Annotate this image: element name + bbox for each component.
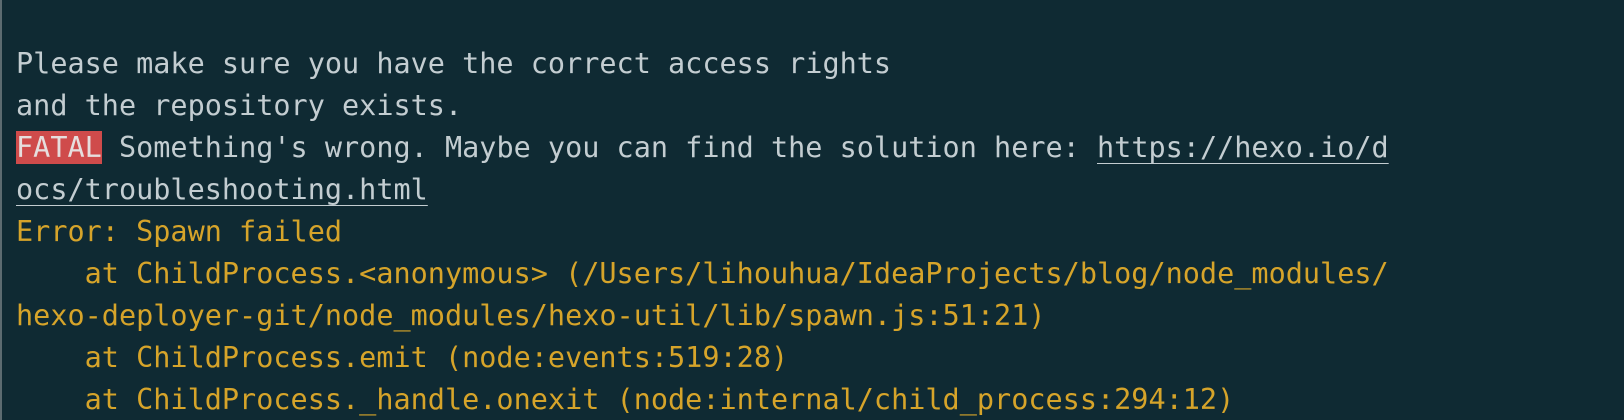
output-line-repository-exists: and the repository exists. <box>16 89 463 122</box>
stack-trace-line-3: at ChildProcess._handle.onexit (node:int… <box>16 383 1235 416</box>
stack-trace-line-1b: hexo-deployer-git/node_modules/hexo-util… <box>16 299 1046 332</box>
output-line-access-rights: Please make sure you have the correct ac… <box>16 47 892 80</box>
troubleshooting-link-part1[interactable]: https://hexo.io/d <box>1097 131 1389 164</box>
fatal-message: Something's wrong. Maybe you can find th… <box>101 131 1097 164</box>
troubleshooting-link-part2[interactable]: ocs/troubleshooting.html <box>16 173 428 206</box>
link-continuation-line: ocs/troubleshooting.html <box>16 169 1624 211</box>
error-line: Error: Spawn failed <box>16 215 343 248</box>
fatal-badge: FATAL <box>16 131 102 164</box>
fatal-line: FATAL Something's wrong. Maybe you can f… <box>16 127 1624 169</box>
terminal-window[interactable]: Please make sure you have the correct ac… <box>0 0 1624 420</box>
stack-trace-line-2: at ChildProcess.emit (node:events:519:28… <box>16 341 789 374</box>
stack-trace-line-1a: at ChildProcess.<anonymous> (/Users/liho… <box>16 257 1389 290</box>
